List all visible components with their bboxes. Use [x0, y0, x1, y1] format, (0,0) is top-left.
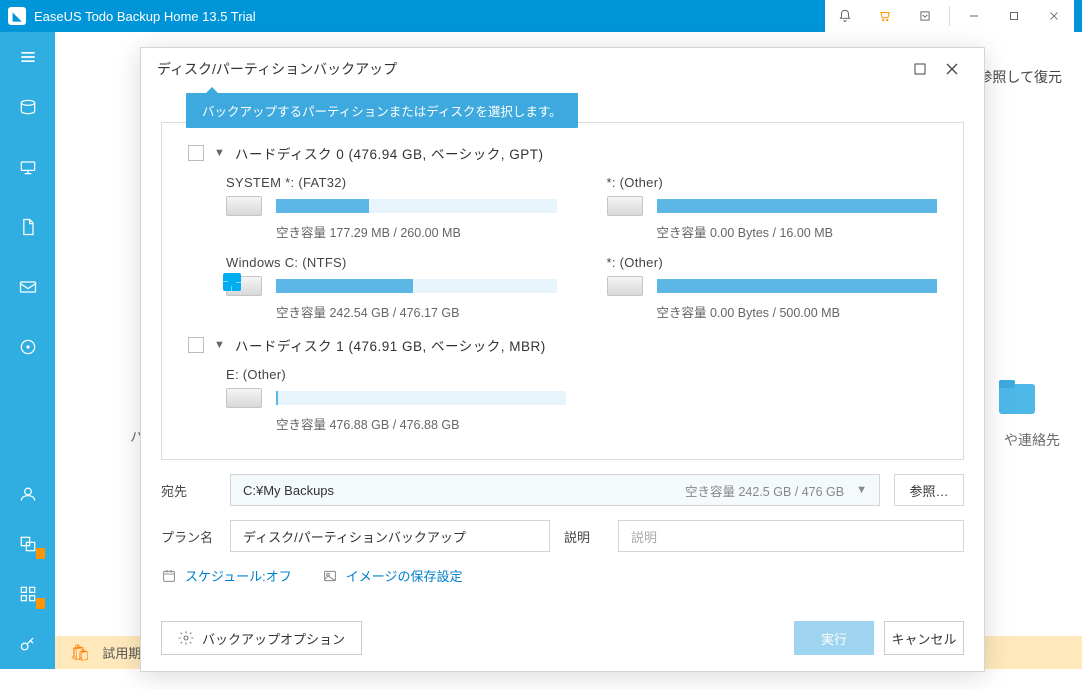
window-title: EaseUS Todo Backup Home 13.5 Trial	[34, 9, 825, 24]
disk0-header[interactable]: ▼ ハードディスク 0 (476.94 GB, ベーシック, GPT)	[188, 143, 937, 163]
disk-backup-icon[interactable]	[0, 82, 55, 132]
account-icon[interactable]	[0, 469, 55, 519]
disk1-header[interactable]: ▼ ハードディスク 1 (476.91 GB, ベーシック, MBR)	[188, 335, 937, 355]
backup-dialog: ディスク/パーティションバックアップ バックアップするパーティションまたはディス…	[140, 47, 985, 672]
restore-label: 参照して復元	[978, 67, 1062, 87]
sidebar	[0, 32, 55, 669]
titlebar: ◣ EaseUS Todo Backup Home 13.5 Trial	[0, 0, 1082, 32]
destination-path: C:¥My Backups	[243, 483, 685, 498]
notification-icon[interactable]	[825, 0, 865, 32]
content-area: 参照して復元 ハー や連絡先 🛍 試用期間は残り 30 日です。 🏷ライセンス認…	[55, 32, 1082, 669]
smart-backup-icon[interactable]	[0, 322, 55, 372]
file-backup-icon[interactable]	[0, 202, 55, 252]
key-icon[interactable]	[0, 619, 55, 669]
browse-button[interactable]: 参照…	[894, 474, 964, 506]
hamburger-icon[interactable]	[0, 32, 55, 82]
cart-icon[interactable]	[865, 0, 905, 32]
destination-label: 宛先	[161, 481, 216, 500]
disk0-name: ハードディスク 0 (476.94 GB, ベーシック, GPT)	[235, 143, 544, 163]
destination-space: 空き容量 242.5 GB / 476 GB	[685, 481, 844, 500]
mail-backup-icon[interactable]	[0, 262, 55, 312]
bg-text-right: や連絡先	[1004, 430, 1060, 450]
cancel-button[interactable]: キャンセル	[884, 621, 964, 655]
close-button[interactable]	[1034, 0, 1074, 32]
dialog-maximize-button[interactable]	[904, 53, 936, 85]
partition-windows-c[interactable]: Windows C: (NTFS) 空き容量 242.54 GB / 476.1…	[226, 255, 557, 321]
maximize-button[interactable]	[994, 0, 1034, 32]
drive-icon	[607, 276, 643, 296]
partition-other1[interactable]: *: (Other) 空き容量 0.00 Bytes / 16.00 MB	[607, 175, 938, 241]
partition-system[interactable]: SYSTEM *: (FAT32) 空き容量 177.29 MB / 260.0…	[226, 175, 557, 241]
minimize-button[interactable]	[954, 0, 994, 32]
dialog-title: ディスク/パーティションバックアップ	[157, 59, 904, 79]
disk-list: ▼ ハードディスク 0 (476.94 GB, ベーシック, GPT) SYST…	[161, 122, 964, 460]
tooltip: バックアップするパーティションまたはディスクを選択します。	[186, 93, 578, 128]
tools-icon[interactable]	[0, 569, 55, 619]
windows-drive-icon	[226, 276, 262, 296]
destination-field[interactable]: C:¥My Backups 空き容量 242.5 GB / 476 GB ▼	[230, 474, 880, 506]
desc-input[interactable]: 説明	[618, 520, 964, 552]
schedule-link[interactable]: スケジュール:オフ	[161, 566, 292, 585]
dialog-close-button[interactable]	[936, 53, 968, 85]
bag-icon: 🛍	[70, 643, 90, 663]
disk1-checkbox[interactable]	[188, 337, 204, 353]
dropdown-icon[interactable]: ▼	[856, 484, 867, 496]
run-button[interactable]: 実行	[794, 621, 874, 655]
folder-icon	[997, 374, 1037, 419]
disk1-name: ハードディスク 1 (476.91 GB, ベーシック, MBR)	[235, 335, 546, 355]
disk0-checkbox[interactable]	[188, 145, 204, 161]
image-settings-link[interactable]: イメージの保存設定	[322, 566, 463, 585]
menu-icon[interactable]	[905, 0, 945, 32]
plan-label: プラン名	[161, 527, 216, 546]
drive-icon	[607, 196, 643, 216]
drive-icon	[226, 196, 262, 216]
partition-e[interactable]: E: (Other) 空き容量 476.88 GB / 476.88 GB	[226, 367, 566, 433]
partition-other2[interactable]: *: (Other) 空き容量 0.00 Bytes / 500.00 MB	[607, 255, 938, 321]
system-backup-icon[interactable]	[0, 142, 55, 192]
drive-icon	[226, 388, 262, 408]
desc-label: 説明	[564, 527, 604, 546]
chevron-down-icon[interactable]: ▼	[214, 147, 225, 159]
backup-options-button[interactable]: バックアップオプション	[161, 621, 362, 655]
chevron-down-icon[interactable]: ▼	[214, 339, 225, 351]
app-logo-icon: ◣	[8, 7, 26, 25]
clone-icon[interactable]	[0, 519, 55, 569]
plan-name-input[interactable]: ディスク/パーティションバックアップ	[230, 520, 550, 552]
